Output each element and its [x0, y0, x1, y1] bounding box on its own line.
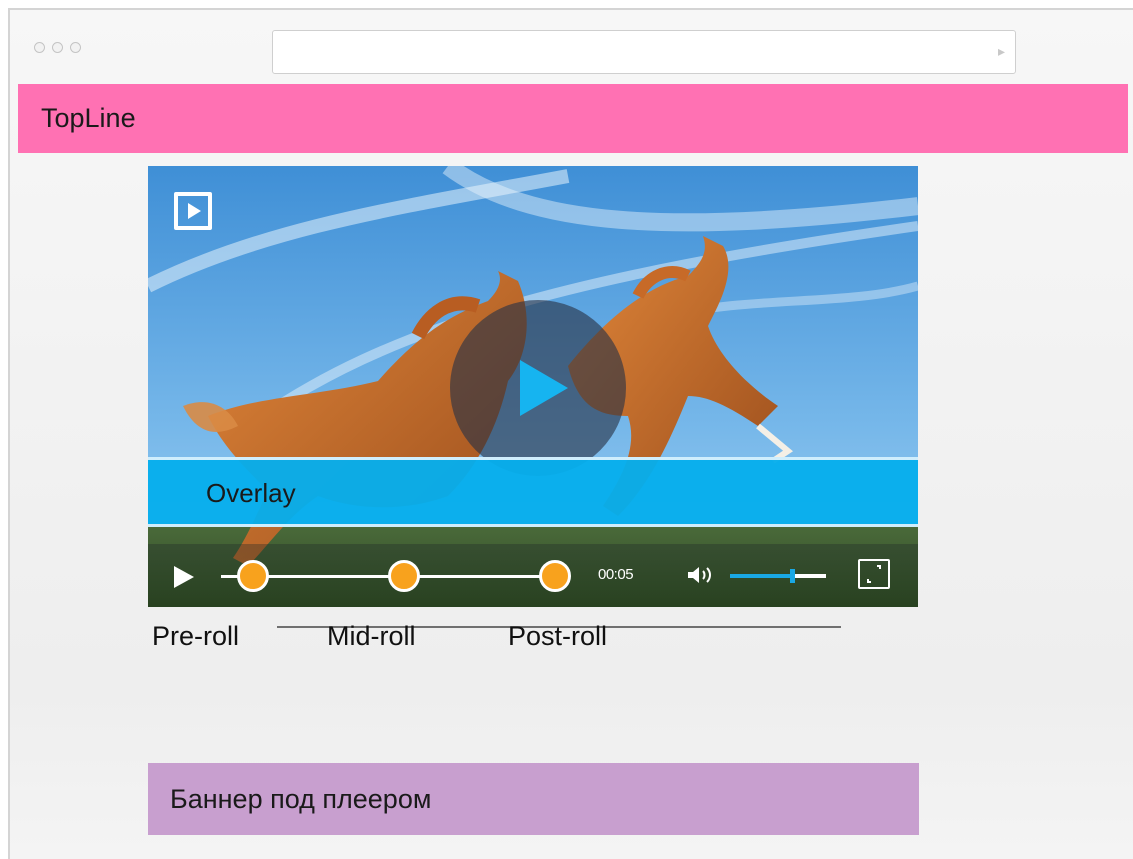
overlay-ad[interactable]: Overlay — [148, 457, 918, 527]
play-logo-icon — [174, 192, 212, 230]
post-roll-marker[interactable] — [539, 560, 571, 592]
play-pause-icon[interactable] — [174, 566, 194, 588]
fullscreen-icon[interactable] — [858, 559, 890, 589]
volume-slider[interactable] — [730, 569, 826, 583]
player-controls: 00:05 — [148, 544, 918, 607]
logo-triangle — [188, 203, 201, 219]
topline-label: TopLine — [41, 103, 136, 133]
mid-roll-label: Mid-roll — [327, 621, 416, 651]
go-arrow-icon[interactable]: ▸ — [998, 44, 1005, 60]
maximize-dot-icon[interactable] — [70, 42, 81, 53]
mid-roll-marker[interactable] — [388, 560, 420, 592]
volume-fill — [730, 574, 793, 578]
volume-icon[interactable] — [686, 564, 714, 586]
topline-banner[interactable]: TopLine — [18, 84, 1128, 153]
window-controls — [34, 42, 81, 53]
pre-roll-marker[interactable] — [237, 560, 269, 592]
minimize-dot-icon[interactable] — [52, 42, 63, 53]
overlay-label: Overlay — [206, 478, 296, 508]
post-roll-label: Post-roll — [508, 621, 608, 651]
banner-label: Баннер под плеером — [170, 783, 432, 814]
video-player[interactable]: Overlay 00:05 — [148, 166, 918, 607]
banner-under-player[interactable]: Баннер под плеером — [148, 763, 919, 835]
big-play-button[interactable] — [450, 300, 626, 476]
volume-handle[interactable] — [790, 569, 796, 583]
pre-roll-label: Pre-roll — [152, 621, 240, 651]
time-display: 00:05 — [598, 566, 634, 583]
play-icon — [520, 360, 568, 416]
fullscreen-glyph — [867, 565, 881, 583]
close-dot-icon[interactable] — [34, 42, 45, 53]
address-bar[interactable]: ▸ — [272, 30, 1016, 74]
